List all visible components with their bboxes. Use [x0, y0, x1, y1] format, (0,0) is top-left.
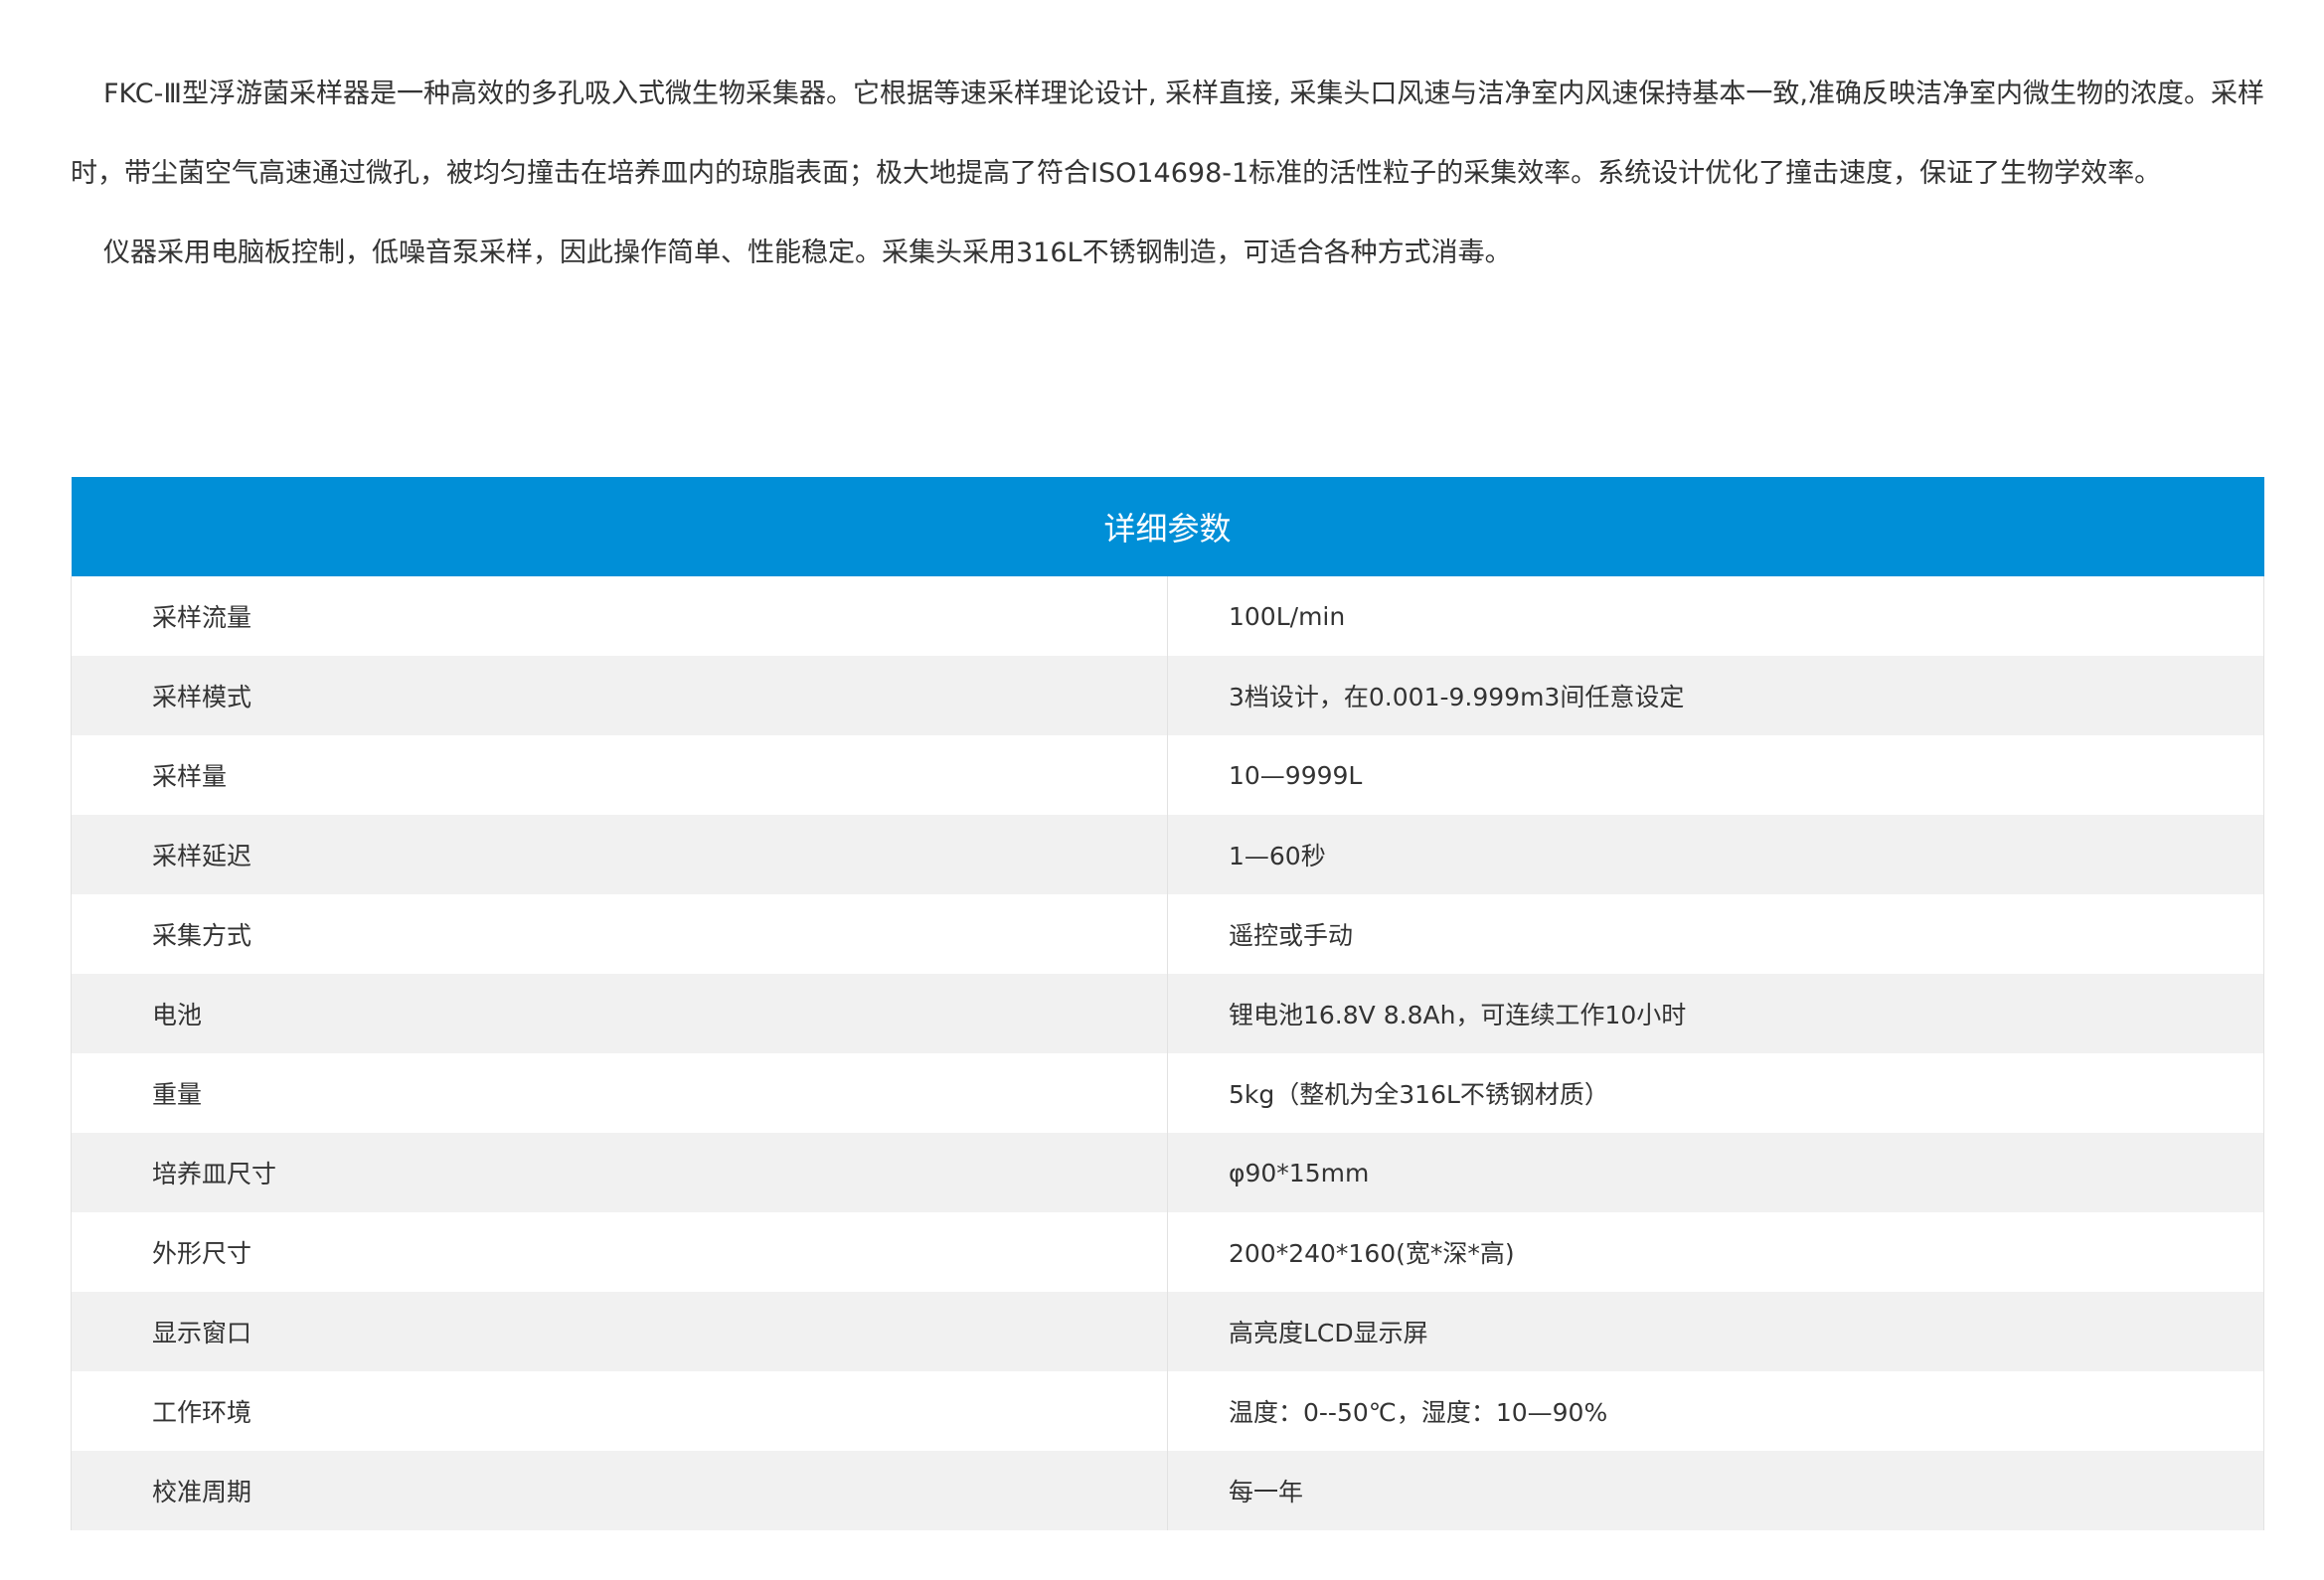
param-value: 高亮度LCD显示屏	[1167, 1292, 2264, 1371]
table-row: 采样量 10—9999L	[71, 735, 2264, 815]
table-row: 校准周期 每一年	[71, 1451, 2264, 1530]
param-label: 校准周期	[71, 1451, 1168, 1530]
param-label: 采集方式	[71, 894, 1168, 974]
table-row: 采集方式 遥控或手动	[71, 894, 2264, 974]
param-value: 1—60秒	[1167, 815, 2264, 894]
spec-table-body: 采样流量 100L/min 采样模式 3档设计，在0.001-9.999m3间任意设定…	[71, 576, 2264, 1530]
table-row: 显示窗口 高亮度LCD显示屏	[71, 1292, 2264, 1371]
table-row: 重量 5kg（整机为全316L不锈钢材质）	[71, 1053, 2264, 1133]
table-row: 培养皿尺寸 φ90*15mm	[71, 1133, 2264, 1212]
param-value: 100L/min	[1167, 576, 2264, 656]
table-row: 采样流量 100L/min	[71, 576, 2264, 656]
param-label: 采样模式	[71, 656, 1168, 735]
product-description: FKC-Ⅲ型浮游菌采样器是一种高效的多孔吸入式微生物采集器。它根据等速采样理论设…	[71, 0, 2264, 293]
intro-section: FKC-Ⅲ型浮游菌采样器是一种高效的多孔吸入式微生物采集器。它根据等速采样理论设…	[71, 55, 2264, 293]
param-value: 锂电池16.8V 8.8Ah，可连续工作10小时	[1167, 974, 2264, 1053]
table-row: 采样延迟 1—60秒	[71, 815, 2264, 894]
param-value: 200*240*160(宽*深*高)	[1167, 1212, 2264, 1292]
param-value: 10—9999L	[1167, 735, 2264, 815]
spec-table: 详细参数 采样流量 100L/min 采样模式 3档设计，在0.001-9.999m3…	[71, 477, 2264, 1530]
param-label: 电池	[71, 974, 1168, 1053]
table-row: 采样模式 3档设计，在0.001-9.999m3间任意设定	[71, 656, 2264, 735]
param-value: 遥控或手动	[1167, 894, 2264, 974]
param-label: 外形尺寸	[71, 1212, 1168, 1292]
param-label: 采样流量	[71, 576, 1168, 656]
intro-paragraph-2: 仪器采用电脑板控制，低噪音泵采样，因此操作简单、性能稳定。采集头采用316L不锈…	[103, 237, 1512, 268]
param-value: φ90*15mm	[1167, 1133, 2264, 1212]
spec-table-title: 详细参数	[71, 477, 2264, 576]
table-row: 外形尺寸 200*240*160(宽*深*高)	[71, 1212, 2264, 1292]
spec-table-header: 详细参数	[71, 477, 2264, 576]
param-label: 工作环境	[71, 1371, 1168, 1451]
param-value: 3档设计，在0.001-9.999m3间任意设定	[1167, 656, 2264, 735]
table-row: 电池 锂电池16.8V 8.8Ah，可连续工作10小时	[71, 974, 2264, 1053]
param-value: 5kg（整机为全316L不锈钢材质）	[1167, 1053, 2264, 1133]
intro-paragraph-1: FKC-Ⅲ型浮游菌采样器是一种高效的多孔吸入式微生物采集器。它根据等速采样理论设…	[71, 79, 2264, 189]
param-value: 温度：0--50℃，湿度：10—90%	[1167, 1371, 2264, 1451]
param-value: 每一年	[1167, 1451, 2264, 1530]
param-label: 采样延迟	[71, 815, 1168, 894]
table-row: 工作环境 温度：0--50℃，湿度：10—90%	[71, 1371, 2264, 1451]
param-label: 采样量	[71, 735, 1168, 815]
param-label: 培养皿尺寸	[71, 1133, 1168, 1212]
param-label: 显示窗口	[71, 1292, 1168, 1371]
param-label: 重量	[71, 1053, 1168, 1133]
